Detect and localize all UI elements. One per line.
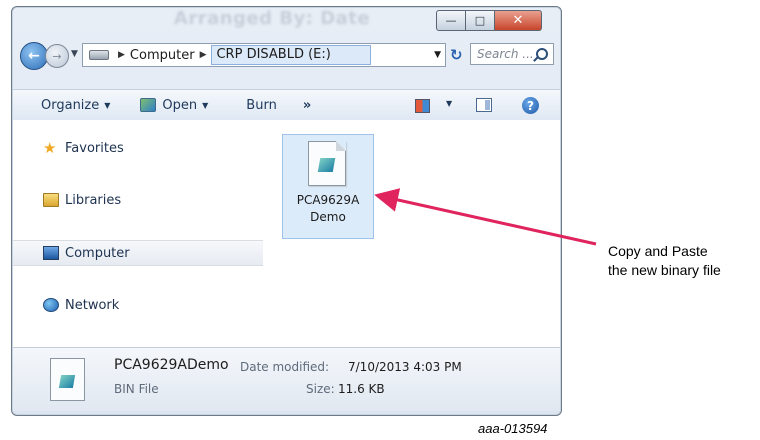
search-placeholder: Search ...: [477, 47, 534, 61]
explorer-window: Arranged By: Date — □ ✕ ← → ▼ ▶ Computer…: [11, 6, 562, 416]
organize-label: Organize: [41, 97, 100, 113]
breadcrumb-computer[interactable]: Computer: [130, 48, 195, 63]
network-icon: [43, 298, 59, 312]
bin-file-icon: [50, 358, 85, 401]
back-button[interactable]: ←: [20, 42, 48, 70]
content-area: ★ Favorites Libraries Computer Network P…: [13, 120, 560, 347]
navigation-pane: ★ Favorites Libraries Computer Network: [13, 120, 263, 347]
size-label: Size:: [306, 382, 335, 396]
recent-pages-dropdown[interactable]: ▼: [71, 49, 78, 59]
forward-arrow-icon: →: [52, 49, 62, 63]
refresh-icon[interactable]: ↻: [450, 46, 463, 64]
bin-file-icon: [308, 141, 346, 186]
date-modified-label: Date modified:: [240, 360, 330, 374]
back-arrow-icon: ←: [28, 48, 40, 64]
sidebar-item-label: Network: [65, 297, 120, 313]
sidebar-item-label: Computer: [65, 245, 130, 261]
open-button[interactable]: Open ▼: [140, 98, 208, 113]
open-icon: [140, 98, 157, 112]
breadcrumb-current-drive[interactable]: CRP DISABLD (E:): [211, 45, 372, 65]
sidebar-item-computer[interactable]: Computer: [13, 240, 263, 266]
chevron-right-icon[interactable]: ▶: [118, 50, 125, 60]
chevron-down-icon: ▼: [104, 100, 111, 110]
date-modified-value: 7/10/2013 4:03 PM: [348, 360, 462, 374]
address-dropdown-icon[interactable]: ▼: [434, 50, 441, 60]
file-name-label: PCA9629A Demo: [283, 192, 373, 226]
minimize-button[interactable]: —: [436, 10, 466, 31]
annotation-line2: the new binary file: [608, 262, 721, 278]
details-file-type: BIN File: [114, 382, 159, 396]
forward-button[interactable]: →: [45, 44, 69, 68]
drive-icon: [89, 50, 109, 60]
chevron-right-icon[interactable]: ▶: [200, 50, 207, 60]
size-value: 11.6 KB: [338, 382, 385, 396]
file-name-line2: Demo: [310, 210, 346, 224]
annotation-text: Copy and Paste the new binary file: [608, 242, 721, 280]
chevron-down-icon: ▼: [202, 100, 209, 110]
address-bar[interactable]: ▶ Computer ▶ CRP DISABLD (E:) ▼: [82, 43, 446, 67]
burn-button[interactable]: Burn: [246, 98, 277, 113]
figure-id: aaa-013594: [478, 421, 548, 436]
details-file-name: PCA9629ADemo: [114, 357, 229, 373]
sidebar-item-favorites[interactable]: ★ Favorites: [13, 136, 263, 160]
help-icon[interactable]: ?: [522, 97, 539, 114]
title-bar[interactable]: Arranged By: Date — □ ✕: [12, 7, 561, 35]
chevron-down-icon[interactable]: ▼: [446, 99, 452, 108]
file-item-pca9629a-demo[interactable]: PCA9629A Demo: [282, 134, 374, 239]
sidebar-item-libraries[interactable]: Libraries: [13, 188, 263, 212]
details-pane: PCA9629ADemo BIN File Date modified: 7/1…: [13, 347, 560, 411]
burn-label: Burn: [246, 97, 277, 113]
ghost-title: Arranged By: Date: [173, 8, 371, 29]
search-input[interactable]: Search ...: [470, 43, 554, 65]
libraries-icon: [43, 193, 59, 207]
preview-pane-icon[interactable]: [476, 98, 492, 112]
sidebar-item-label: Libraries: [65, 192, 122, 208]
file-name-line1: PCA9629A: [296, 193, 360, 207]
annotation-line1: Copy and Paste: [608, 243, 708, 259]
sidebar-item-network[interactable]: Network: [13, 293, 263, 317]
more-commands-button[interactable]: »: [303, 98, 311, 113]
search-icon[interactable]: [536, 48, 548, 60]
maximize-button[interactable]: □: [465, 10, 495, 31]
sidebar-item-label: Favorites: [65, 140, 124, 156]
organize-button[interactable]: Organize ▼: [41, 98, 110, 113]
navigation-row: ← → ▼ ▶ Computer ▶ CRP DISABLD (E:) ▼ ↻ …: [12, 42, 561, 70]
open-label: Open: [162, 97, 198, 113]
star-icon: ★: [43, 139, 57, 157]
change-view-icon[interactable]: [415, 99, 430, 113]
computer-icon: [43, 246, 59, 260]
command-bar: Organize ▼ Open ▼ Burn » ▼ ?: [13, 89, 560, 121]
close-button[interactable]: ✕: [494, 10, 542, 31]
